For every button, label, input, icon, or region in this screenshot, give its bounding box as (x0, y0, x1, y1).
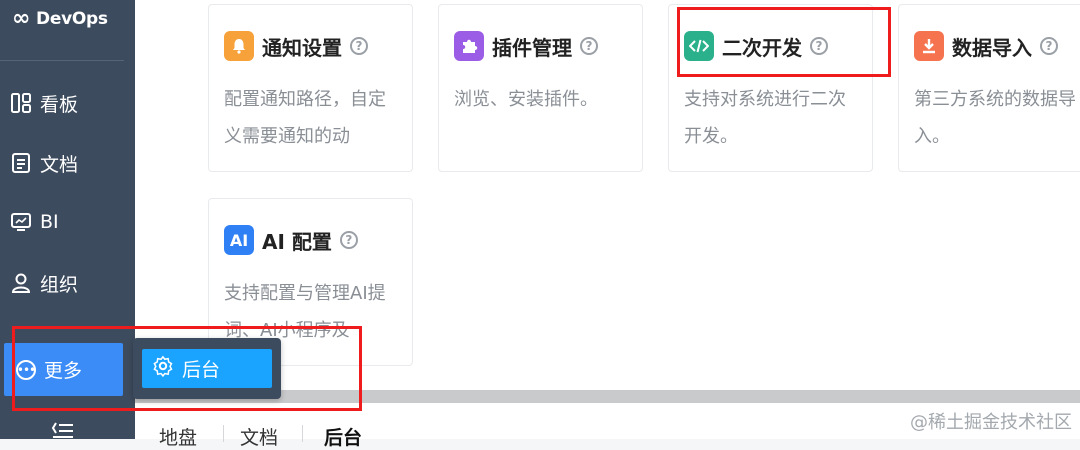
sidebar-item-org[interactable]: 组织 (10, 268, 78, 298)
puzzle-icon (454, 31, 484, 61)
help-icon[interactable]: ? (580, 37, 598, 55)
tab-separator (223, 425, 224, 442)
card-header: 通知设置 ? (224, 31, 368, 61)
sidebar-item-label: 看板 (40, 93, 79, 116)
highlight-box-more (12, 326, 362, 411)
monitor-icon (10, 211, 32, 233)
card-data-import[interactable]: 数据导入 ? 第三方系统的数据导入。 (898, 4, 1080, 172)
help-icon[interactable]: ? (339, 231, 358, 249)
card-description: 浏览、安装插件。 (454, 89, 598, 110)
card-description: 支持对系统进行二次开发。 (684, 89, 846, 147)
card-notification-settings[interactable]: 通知设置 ? 配置通知路径，自定义需要通知的动 (208, 4, 413, 172)
tab-dipan[interactable]: 地盘 (159, 423, 197, 450)
sidebar-item-kanban[interactable]: 看板 (10, 88, 78, 118)
card-title: AI 配置 (262, 229, 332, 254)
card-title: 通知设置 (262, 35, 342, 60)
card-description: 第三方系统的数据导入。 (914, 89, 1076, 147)
card-header: 数据导入 ? (914, 31, 1058, 61)
infinity-icon: ∞ (12, 6, 31, 31)
brand-name: DevOps (36, 9, 108, 29)
brand-logo[interactable]: ∞ DevOps (12, 6, 108, 32)
sidebar-item-docs[interactable]: 文档 (10, 148, 78, 178)
card-title: 插件管理 (492, 35, 572, 60)
watermark: @稀土掘金技术社区 (910, 412, 1072, 433)
highlight-box-title (677, 7, 891, 77)
tab-admin[interactable]: 后台 (324, 423, 362, 450)
kanban-icon (10, 92, 32, 114)
card-header: AI AI 配置 ? (224, 225, 358, 255)
sidebar-item-label: 组织 (40, 273, 79, 296)
download-icon (914, 31, 944, 61)
user-icon (10, 272, 32, 294)
card-description: 配置通知路径，自定义需要通知的动 (224, 89, 386, 147)
sidebar-item-label: BI (40, 211, 59, 233)
help-icon[interactable]: ? (350, 37, 368, 55)
tab-docs[interactable]: 文档 (240, 423, 278, 450)
bell-icon (224, 31, 254, 61)
card-title: 数据导入 (952, 35, 1032, 60)
ai-icon: AI (224, 225, 254, 255)
help-icon[interactable]: ? (1040, 37, 1058, 55)
sidebar-divider (0, 60, 124, 61)
document-icon (10, 152, 32, 174)
card-plugin-management[interactable]: 插件管理 ? 浏览、安装插件。 (438, 4, 643, 172)
tab-separator (302, 425, 303, 442)
card-header: 插件管理 ? (454, 31, 598, 61)
collapse-menu-icon[interactable] (51, 420, 75, 439)
sidebar-item-label: 文档 (40, 153, 79, 176)
sidebar-item-bi[interactable]: BI (10, 207, 59, 237)
